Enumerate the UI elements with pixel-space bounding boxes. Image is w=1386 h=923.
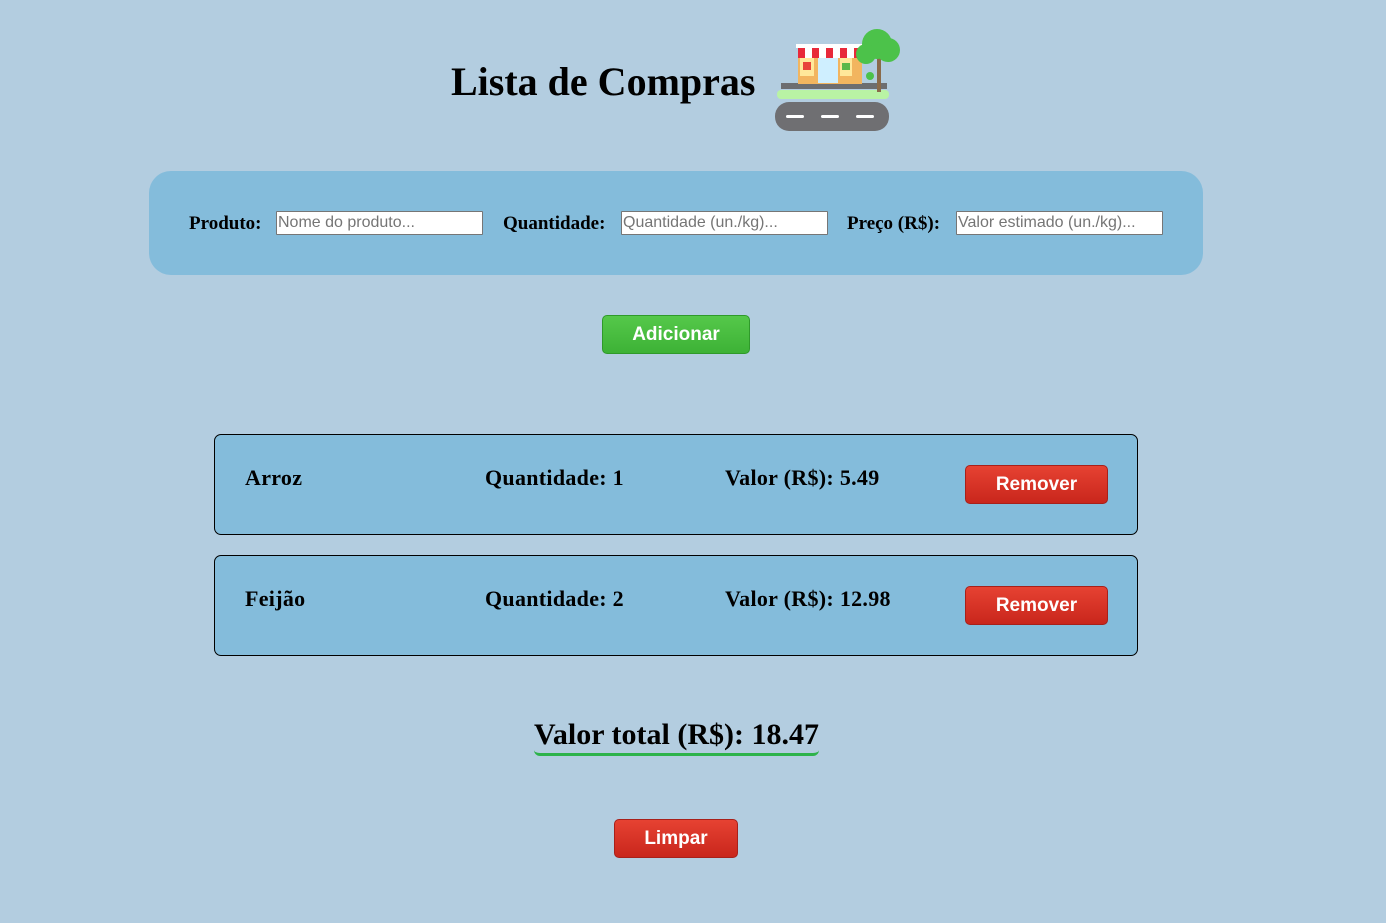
clear-button[interactable]: Limpar [614, 819, 738, 858]
item-quantity: Quantidade: 1 [485, 465, 624, 490]
list-item: Arroz Quantidade: 1 Valor (R$): 5.49 Rem… [214, 434, 1138, 535]
list-item: Feijão Quantidade: 2 Valor (R$): 12.98 R… [214, 555, 1138, 656]
price-input[interactable] [956, 211, 1163, 235]
product-form: Produto: Quantidade: Preço (R$): [149, 171, 1203, 275]
remove-button[interactable]: Remover [965, 465, 1108, 504]
product-label: Produto: [189, 213, 262, 234]
item-name: Arroz [245, 465, 303, 490]
product-input[interactable] [276, 211, 483, 235]
item-value: Valor (R$): 12.98 [725, 586, 891, 611]
page-header: Lista de Compras [0, 28, 1386, 138]
page-title: Lista de Compras [451, 59, 756, 104]
item-value: Valor (R$): 5.49 [725, 465, 880, 490]
quantity-label: Quantidade: [503, 213, 606, 234]
item-quantity: Quantidade: 2 [485, 586, 624, 611]
add-button[interactable]: Adicionar [602, 315, 750, 354]
item-name: Feijão [245, 586, 306, 611]
remove-button[interactable]: Remover [965, 586, 1108, 625]
quantity-input[interactable] [621, 211, 828, 235]
total-value: Valor total (R$): 18.47 [534, 718, 819, 756]
price-label: Preço (R$): [847, 213, 941, 234]
store-front-icon [775, 29, 900, 131]
